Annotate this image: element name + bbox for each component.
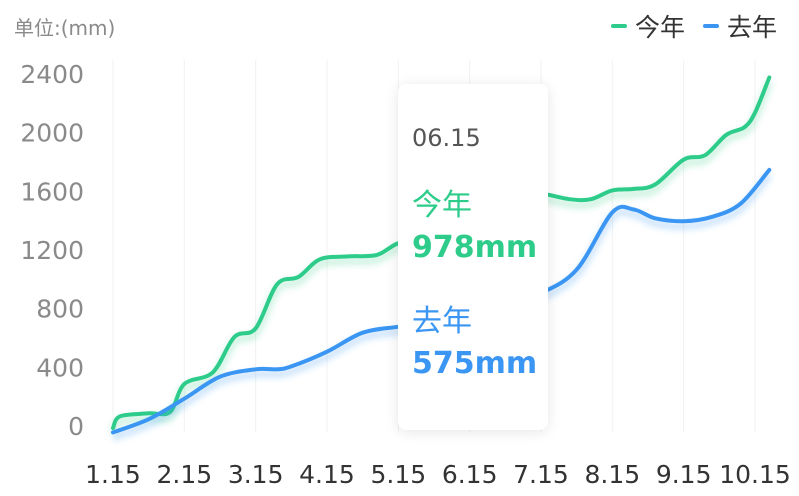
- x-tick-label: 6.15: [442, 460, 498, 489]
- y-tick-label: 2400: [20, 60, 84, 89]
- tooltip: 06.15 今年 978mm 去年 575mm: [398, 84, 548, 430]
- x-tick-label: 7.15: [513, 460, 569, 489]
- x-tick-label: 4.15: [299, 460, 355, 489]
- x-tick-label: 2.15: [156, 460, 212, 489]
- tooltip-last-label: 去年: [412, 304, 472, 339]
- y-axis: 0 400 800 1200 1600 2000 2400: [20, 60, 84, 441]
- tooltip-date: 06.15: [412, 124, 481, 152]
- x-tick-label: 1.15: [85, 460, 141, 489]
- y-tick-label: 0: [68, 412, 84, 441]
- y-tick-label: 1200: [20, 236, 84, 265]
- x-tick-label: 8.15: [584, 460, 640, 489]
- x-tick-label: 3.15: [228, 460, 284, 489]
- tooltip-current-label: 今年: [412, 188, 472, 223]
- x-tick-label: 5.15: [370, 460, 426, 489]
- y-tick-label: 400: [36, 353, 84, 382]
- tooltip-last-value: 575mm: [412, 346, 538, 381]
- chart-stage: 单位:(mm) 今年 去年 0 400 800 1200 1600 2000 2400 1.…: [0, 0, 799, 496]
- x-tick-label: 10.15: [719, 460, 791, 489]
- y-tick-label: 1600: [20, 177, 84, 206]
- tooltip-current-value: 978mm: [412, 230, 538, 265]
- y-tick-label: 2000: [20, 119, 84, 148]
- x-tick-label: 9.15: [656, 460, 712, 489]
- x-axis: 1.15 2.15 3.15 4.15 5.15 6.15 7.15 8.15 9.15 10.1…: [85, 460, 791, 489]
- y-tick-label: 800: [36, 295, 84, 324]
